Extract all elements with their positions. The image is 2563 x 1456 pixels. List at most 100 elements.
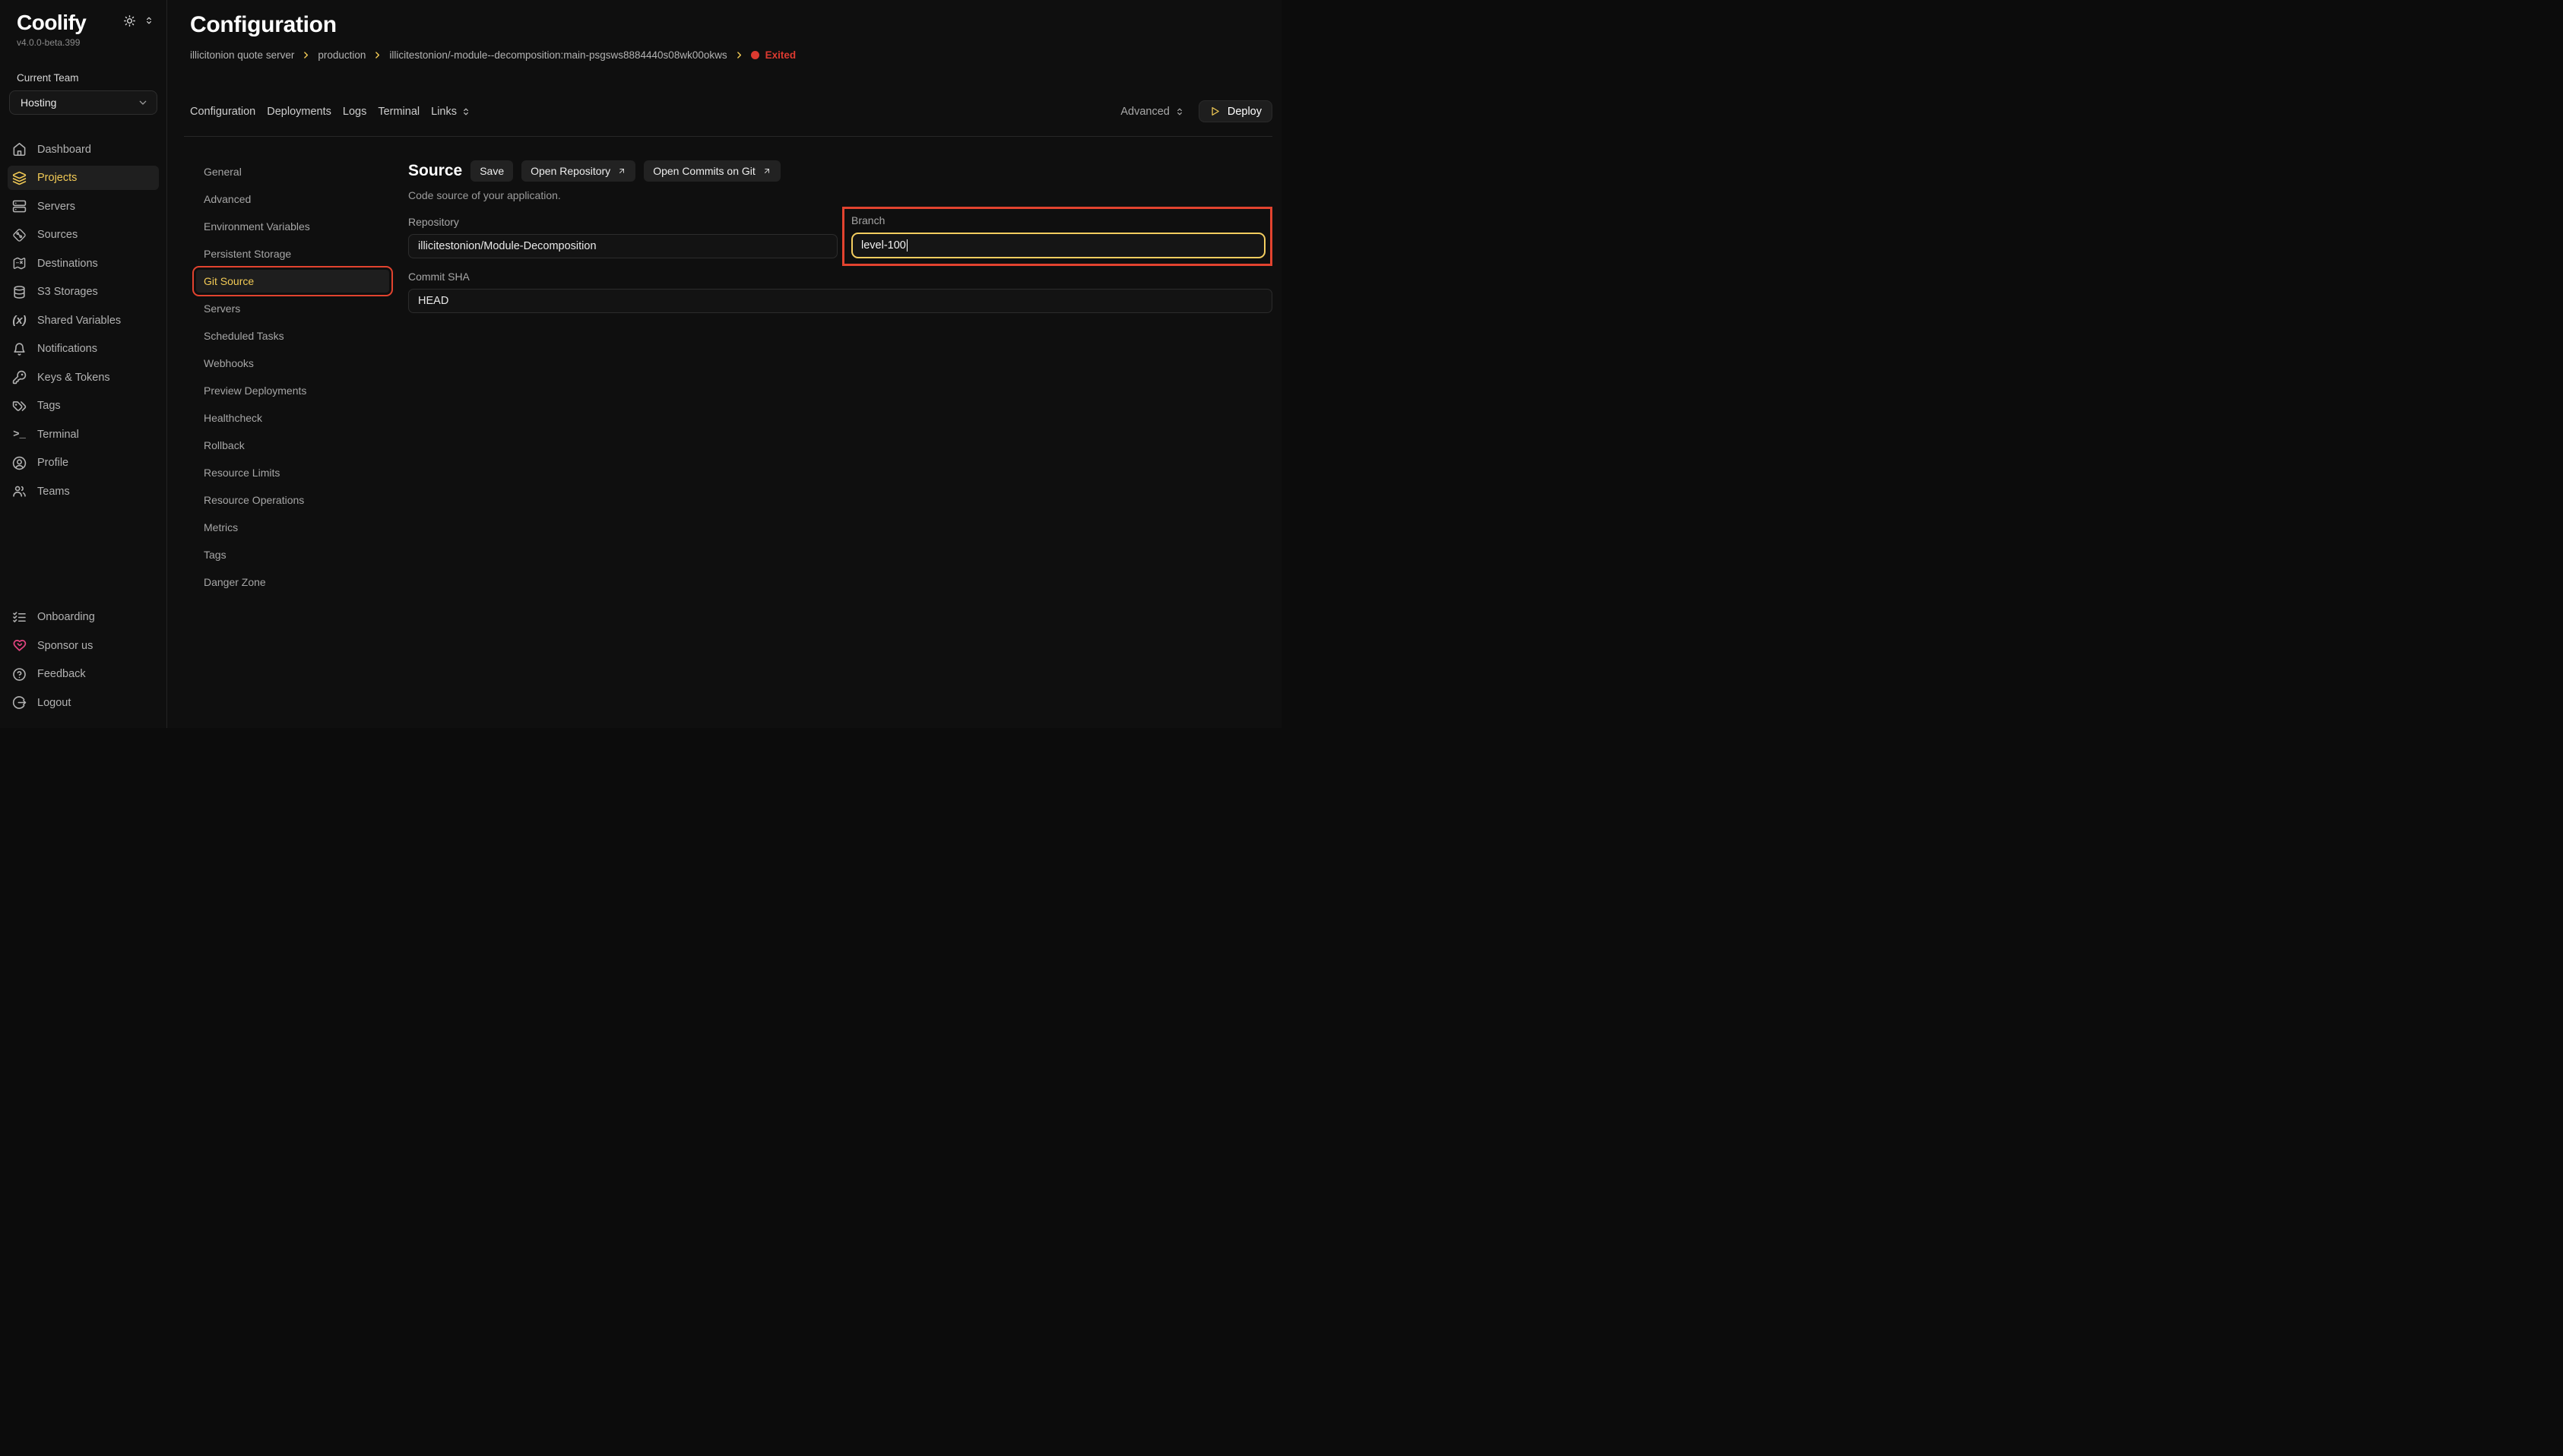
home-icon xyxy=(12,142,27,157)
chevrons-up-down-icon xyxy=(1174,106,1185,117)
tab-item-logs[interactable]: Logs xyxy=(343,106,366,118)
list-item-illicitestonion-module-decomposition-main-psgsws8884440s08wk00okws: illicitestonion/-module--decomposition:m… xyxy=(389,49,743,61)
tabs-row: Configuration Deployments Logs Terminal … xyxy=(190,100,1272,122)
repository-label: Repository xyxy=(408,214,838,229)
sidebar-item-sources[interactable]: Sources xyxy=(8,223,159,247)
coolify-app: Coolify v4.0.0-beta.399 Current Team Hos… xyxy=(0,0,1282,728)
save-button[interactable]: Save xyxy=(470,160,513,182)
tab-item-configuration[interactable]: Configuration xyxy=(190,106,255,118)
list-item-illicitonion-quote-server: illicitonion quote server xyxy=(190,49,311,61)
header-divider xyxy=(184,136,1272,137)
open-commits-button[interactable]: Open Commits on Git xyxy=(644,160,781,182)
sidebar-item-s3-storages[interactable]: S3 Storages xyxy=(8,280,159,304)
chevron-right-icon xyxy=(734,50,744,60)
subnav-item-preview-deployments[interactable]: Preview Deployments xyxy=(196,379,389,402)
subnav-item-rollback[interactable]: Rollback xyxy=(196,434,389,457)
chevrons-up-down-icon[interactable] xyxy=(144,15,154,26)
team-select-value: Hosting xyxy=(21,97,56,109)
subnav-item-healthcheck[interactable]: Healthcheck xyxy=(196,407,389,429)
sidebar-item-shared-variables[interactable]: (x) Shared Variables xyxy=(8,309,159,333)
sun-icon[interactable] xyxy=(123,14,136,27)
subnav-item-servers[interactable]: Servers xyxy=(196,297,389,320)
git-icon xyxy=(12,228,27,242)
subnav-item-advanced[interactable]: Advanced xyxy=(196,188,389,210)
sidebar-footer-item-feedback[interactable]: Feedback xyxy=(8,662,159,686)
subnav-item-scheduled-tasks[interactable]: Scheduled Tasks xyxy=(196,324,389,347)
heart-icon xyxy=(12,638,27,653)
subnav-item-metrics[interactable]: Metrics xyxy=(196,516,389,539)
tab-item-links[interactable]: Links xyxy=(431,106,471,118)
source-section: Source Save Open Repository Open Commits… xyxy=(408,160,1272,313)
key-icon xyxy=(12,370,27,385)
repository-input[interactable]: illicitestonion/Module-Decomposition xyxy=(408,234,838,258)
text-cursor xyxy=(907,239,908,252)
subnav-item-resource-operations[interactable]: Resource Operations xyxy=(196,489,389,511)
sidebar-item-tags[interactable]: Tags xyxy=(8,394,159,418)
subnav-item-git-source[interactable]: Git Source xyxy=(196,270,389,293)
terminal-icon: >_ xyxy=(12,427,27,442)
advanced-dropdown[interactable]: Advanced xyxy=(1120,106,1185,118)
open-repository-button[interactable]: Open Repository xyxy=(521,160,635,182)
sidebar-item-teams[interactable]: Teams xyxy=(8,480,159,504)
tags-icon xyxy=(12,399,27,413)
arrow-up-right-icon xyxy=(762,166,771,176)
sidebar-item-projects[interactable]: Projects xyxy=(8,166,159,190)
sidebar-footer-item-logout[interactable]: Logout xyxy=(8,691,159,715)
bell-icon xyxy=(12,342,27,356)
branch-input[interactable]: level-100 xyxy=(851,233,1266,258)
sidebar-item-servers[interactable]: Servers xyxy=(8,195,159,219)
sidebar-item-notifications[interactable]: Notifications xyxy=(8,337,159,361)
chevron-down-icon xyxy=(137,97,149,109)
subnav-item-tags[interactable]: Tags xyxy=(196,543,389,566)
chevrons-up-down-icon xyxy=(461,106,471,117)
braces-x-icon: (x) xyxy=(12,313,27,328)
commit-sha-label: Commit SHA xyxy=(408,269,1272,284)
status-dot-icon xyxy=(751,51,759,59)
app-version: v4.0.0-beta.399 xyxy=(8,37,159,48)
sidebar-item-dashboard[interactable]: Dashboard xyxy=(8,138,159,162)
server-icon xyxy=(12,199,27,214)
source-description: Code source of your application. xyxy=(408,189,1272,201)
theme-controls xyxy=(123,14,154,27)
subnav-item-persistent-storage[interactable]: Persistent Storage xyxy=(196,242,389,265)
tab-item-deployments[interactable]: Deployments xyxy=(267,106,331,118)
database-icon xyxy=(12,285,27,299)
tabs: Configuration Deployments Logs Terminal … xyxy=(190,106,471,118)
commit-sha-input[interactable]: HEAD xyxy=(408,289,1272,313)
app-logo: Coolify xyxy=(17,11,86,35)
sidebar-item-destinations[interactable]: Destinations xyxy=(8,252,159,276)
sidebar-item-terminal[interactable]: >_ Terminal xyxy=(8,423,159,447)
list-item-production: production xyxy=(318,49,382,61)
sidebar-item-keys-tokens[interactable]: Keys & Tokens xyxy=(8,366,159,390)
user-circle-icon xyxy=(12,456,27,470)
config-subnav: General Advanced Environment Variables P… xyxy=(190,160,389,598)
sidebar-footer-item-sponsor-us[interactable]: Sponsor us xyxy=(8,634,159,658)
source-heading: Source xyxy=(408,162,462,180)
users-icon xyxy=(12,484,27,499)
sidebar-footer-item-onboarding[interactable]: Onboarding xyxy=(8,605,159,629)
subnav-item-environment-variables[interactable]: Environment Variables xyxy=(196,215,389,238)
layers-icon xyxy=(12,171,27,185)
sidebar-nav: Dashboard Projects Servers Sources Desti… xyxy=(8,133,159,508)
current-team-label: Current Team xyxy=(8,72,159,84)
status-badge: Exited xyxy=(765,49,797,61)
sidebar-footer-nav: Onboarding Sponsor us Feedback Logout xyxy=(8,601,159,720)
sidebar: Coolify v4.0.0-beta.399 Current Team Hos… xyxy=(0,0,167,728)
logout-icon xyxy=(12,695,27,710)
subnav-item-resource-limits[interactable]: Resource Limits xyxy=(196,461,389,484)
tab-item-terminal[interactable]: Terminal xyxy=(378,106,420,118)
subnav-item-webhooks[interactable]: Webhooks xyxy=(196,352,389,375)
map-icon xyxy=(12,256,27,271)
play-icon xyxy=(1209,106,1221,117)
subnav-item-danger-zone[interactable]: Danger Zone xyxy=(196,571,389,593)
subnav-item-general[interactable]: General xyxy=(196,160,389,183)
deploy-button[interactable]: Deploy xyxy=(1199,100,1272,122)
sidebar-header: Coolify xyxy=(8,11,159,35)
list-checks-icon xyxy=(12,610,27,625)
branch-label: Branch xyxy=(851,213,1266,228)
arrow-up-right-icon xyxy=(617,166,626,176)
sidebar-item-profile[interactable]: Profile xyxy=(8,451,159,475)
page-title: Configuration xyxy=(190,12,1272,38)
team-select[interactable]: Hosting xyxy=(9,90,157,115)
chevron-right-icon xyxy=(372,50,382,60)
